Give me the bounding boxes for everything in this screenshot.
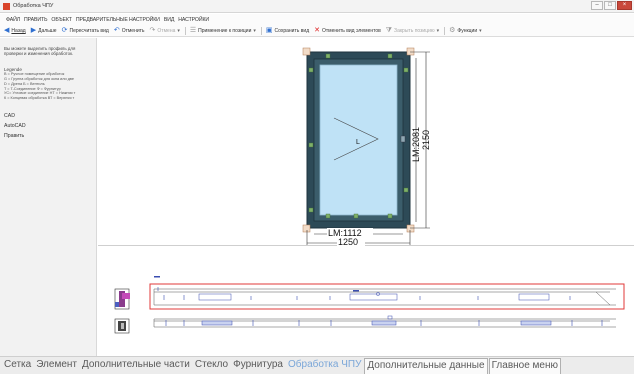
- menu-edit[interactable]: ПРАВИТЬ: [24, 17, 47, 23]
- sidebar-link-cad[interactable]: CAD: [4, 113, 92, 119]
- tab-hardware[interactable]: Фурнитура: [231, 358, 285, 374]
- handle-icon: [400, 135, 406, 143]
- tab-additional-parts[interactable]: Дополнительные части: [80, 358, 192, 374]
- tab-grid[interactable]: Сетка: [2, 358, 33, 374]
- opening-label: L: [356, 139, 360, 146]
- arrow-left-icon: ◀: [4, 26, 10, 34]
- menu-file[interactable]: ФАЙЛ: [6, 17, 20, 23]
- back-label: Назад: [11, 27, 26, 34]
- menu-settings[interactable]: НАСТРОЙКИ: [178, 17, 209, 23]
- chevron-down-icon: ▾: [177, 27, 180, 34]
- undo-icon: ↶: [113, 26, 120, 34]
- sidebar-hint-line: проверки и изменения обработок.: [4, 51, 74, 57]
- menu-presets[interactable]: ПРЕДВАРИТЕЛЬНЫЕ НАСТРОЙКИ: [76, 17, 160, 23]
- redo-label: Отмена: [157, 27, 176, 34]
- toolbar-separator: [184, 26, 186, 35]
- close-position-button[interactable]: ⧩ Закрыть позицию ▾: [386, 27, 439, 35]
- back-button[interactable]: ◀ Назад: [4, 27, 26, 35]
- undo-button[interactable]: ↶ Отменить: [114, 27, 145, 35]
- window-controls: – □ ×: [590, 1, 632, 11]
- undo-label: Отменить: [121, 27, 145, 34]
- tab-main-menu[interactable]: Главное меню: [488, 358, 562, 374]
- width-total-label: 1250: [338, 237, 358, 246]
- cancel-element-view-button[interactable]: ✕ Отменить вид элементов: [314, 27, 381, 35]
- close-icon: ✕: [314, 26, 320, 34]
- arrow-right-icon: ▶: [30, 26, 37, 34]
- tab-additional-data[interactable]: Дополнительные данные: [364, 358, 488, 374]
- profile-bottom[interactable]: [153, 315, 616, 328]
- forward-button[interactable]: ▶ Дальше: [31, 27, 57, 35]
- profile-drawing: [114, 276, 625, 334]
- profile-section-bottom-icon[interactable]: [114, 318, 130, 334]
- toolbar-separator: [260, 26, 262, 35]
- chevron-down-icon: ▾: [253, 27, 256, 34]
- tab-element[interactable]: Элемент: [34, 358, 79, 374]
- redo-icon: ↷: [149, 26, 156, 34]
- chevron-down-icon: ▾: [436, 27, 440, 34]
- profile-canvas[interactable]: [98, 247, 634, 356]
- close-position-label: Закрыть позицию: [394, 27, 435, 34]
- save-view-label: Сохранить вид: [274, 27, 310, 34]
- tab-glass[interactable]: Стекло: [193, 358, 230, 374]
- close-button[interactable]: ×: [617, 1, 632, 10]
- recalc-label: Пересчитать вид: [69, 27, 109, 34]
- app-icon: [3, 2, 10, 10]
- cancel-element-view-label: Отменить вид элементов: [322, 27, 381, 34]
- sidebar: Вы можете выделить профиль для проверки …: [0, 38, 97, 356]
- functions-button[interactable]: ⚙ Функции ▾: [449, 27, 482, 35]
- toolbar-separator: [444, 26, 446, 35]
- redo-button[interactable]: ↷ Отмена ▾: [150, 27, 180, 35]
- height-total-label: 2150: [421, 130, 431, 150]
- refresh-icon: ⟳: [61, 26, 68, 34]
- apply-to-position-label: Применение к позиции: [198, 27, 252, 34]
- functions-label: Функции: [457, 27, 478, 34]
- forward-label: Дальше: [38, 27, 57, 34]
- sidebar-link-autocad[interactable]: AutoCAD: [4, 123, 92, 129]
- bottom-tab-bar: Сетка Элемент Дополнительные части Стекл…: [0, 356, 634, 374]
- list-icon: ☰: [189, 26, 197, 34]
- sidebar-link-edit[interactable]: Править: [4, 133, 92, 139]
- save-icon: ▣: [265, 26, 273, 34]
- gear-icon: ⚙: [449, 26, 456, 34]
- recalc-button[interactable]: ⟳ Пересчитать вид: [62, 27, 109, 35]
- menu-view[interactable]: ВИД: [164, 17, 175, 23]
- profile-section-top-icon[interactable]: [114, 288, 130, 310]
- profile-top[interactable]: [153, 288, 616, 306]
- drawing-canvas[interactable]: L LM:2081 2150 LM:1112 1250: [98, 38, 634, 247]
- title-bar: Обработка ЧПУ – □ ×: [0, 0, 634, 13]
- toolbar: ◀ Назад ▶ Дальше ⟳ Пересчитать вид ↶ Отм…: [0, 25, 634, 37]
- tab-cnc-processing[interactable]: Обработка ЧПУ: [286, 358, 363, 374]
- maximize-button[interactable]: □: [604, 1, 616, 10]
- minimize-button[interactable]: –: [591, 1, 603, 10]
- save-view-button[interactable]: ▣ Сохранить вид: [266, 27, 309, 35]
- legend-row: К = Концевая обработка ВТ = Верхняя т: [4, 96, 75, 101]
- chevron-down-icon: ▾: [479, 27, 482, 34]
- menu-bar: ФАЙЛ ПРАВИТЬ ОБЪЕКТ ПРЕДВАРИТЕЛЬНЫЕ НАСТ…: [0, 14, 634, 25]
- menu-object[interactable]: ОБЪЕКТ: [51, 17, 72, 23]
- filter-icon: ⧩: [385, 26, 393, 34]
- window-title: Обработка ЧПУ: [13, 3, 54, 9]
- window-drawing: L LM:2081 2150 LM:1112 1250: [302, 47, 431, 247]
- apply-to-position-button[interactable]: ☰ Применение к позиции ▾: [190, 27, 256, 35]
- height-lm-label: LM:2081: [411, 127, 421, 162]
